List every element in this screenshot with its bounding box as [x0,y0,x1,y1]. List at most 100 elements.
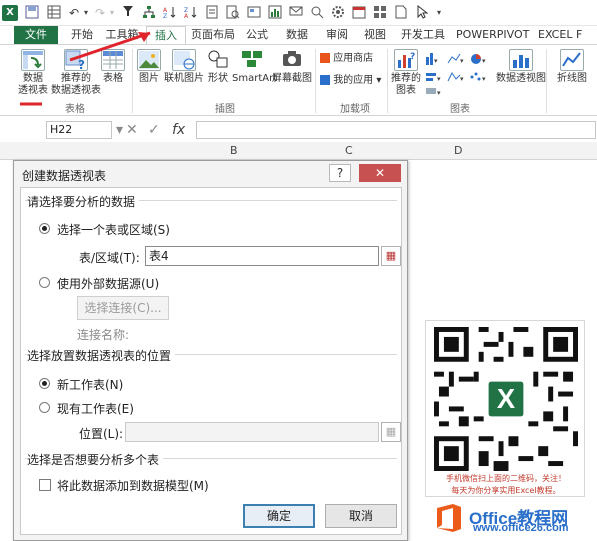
location-picker-icon[interactable]: ▦ [381,422,401,442]
radio-existing-worksheet[interactable] [39,402,50,413]
sort-descending-icon[interactable]: ZA [184,5,198,21]
formula-cancel-icon[interactable]: ✕ [126,121,138,139]
tab-page-layout[interactable]: 页面布局 [190,26,236,44]
radio-external-source[interactable] [39,277,50,288]
my-apps-dropdown-icon: ▾ [376,75,382,86]
chart-types-gallery[interactable]: ▾ ▾ ▾ ▾ ▾ ▾ ▾ [424,51,494,97]
recommended-pivot-button[interactable]: ? 推荐的 数据透视表 [48,49,104,97]
option-new-worksheet-label[interactable]: 新工作表(N) [57,376,123,393]
tab-review[interactable]: 审阅 [322,26,352,44]
quick-access-toolbar: X ↶ ▾ ↷ ▾ AZ ZA ▾ [0,0,597,26]
qr-caption-line2: 每天为你分享实用Excel教程。 [451,486,561,495]
tab-data[interactable]: 数据 [282,26,312,44]
add-to-data-model-label[interactable]: 将此数据添加到数据模型(M) [57,477,209,494]
cursor-icon[interactable] [415,4,429,21]
table-range-label: 表/区域(T): [79,251,140,265]
app-store-label: 应用商店 [333,53,374,64]
apps-icon [320,75,330,85]
fx-icon[interactable]: fx [172,121,185,139]
formula-input[interactable] [196,121,596,139]
cancel-button[interactable]: 取消 [325,504,397,528]
undo-icon[interactable]: ↶ [66,5,82,21]
name-box-dropdown-icon[interactable]: ▾ [116,121,123,139]
search-icon[interactable] [310,5,324,21]
radio-select-table[interactable] [39,223,50,234]
customize-toolbar-icon[interactable]: ▾ [434,5,444,21]
online-pictures-icon [172,49,196,71]
name-box[interactable]: H22 [46,121,112,139]
sort-ascending-icon[interactable]: AZ [163,5,177,21]
email-icon[interactable] [289,5,303,21]
radio-new-worksheet[interactable] [39,378,50,389]
document-icon[interactable] [394,5,408,21]
option-existing-worksheet-label[interactable]: 现有工作表(E) [57,400,134,417]
range-picker-icon[interactable]: ▦ [381,246,401,266]
tab-formulas[interactable]: 公式 [242,26,272,44]
close-button[interactable]: ✕ [359,164,401,182]
table-grid-icon[interactable] [46,5,62,21]
qr-code-icon: X [434,327,578,471]
page-layout-icon[interactable] [247,5,261,21]
svg-text:A: A [184,13,189,19]
tab-developer[interactable]: 开发工具 [400,26,446,44]
form-icon[interactable] [205,5,219,21]
column-header-b[interactable]: B [230,144,238,157]
excel-logo-icon: X [2,5,18,21]
shapes-label: 形状 [208,73,228,84]
print-preview-icon[interactable] [226,5,240,21]
my-apps-button[interactable]: 我的应用 ▾ [320,75,390,87]
line-chart-button[interactable]: 折线图 [550,49,594,85]
screenshot-button[interactable]: 屏幕截图 [272,49,312,85]
hierarchy-icon[interactable] [142,5,156,21]
option-external-source-label[interactable]: 使用外部数据源(U) [57,275,159,292]
recommended-pivot-icon: ? [64,49,88,72]
pivot-table-icon [21,49,45,71]
help-button[interactable]: ? [329,164,351,182]
formula-enter-icon[interactable]: ✓ [148,121,160,139]
grid-icon[interactable] [373,5,387,21]
app-store-button[interactable]: 应用商店 [320,53,380,65]
tab-toolbox[interactable]: 工具箱 [104,26,140,44]
recommended-charts-button[interactable]: ? 推荐的 图表 [390,49,422,97]
tab-excel-f[interactable]: EXCEL F [538,26,597,44]
recommended-pivot-label-line1: 推荐的 [61,73,91,84]
redo-icon[interactable]: ↷ [92,5,108,21]
shapes-button[interactable]: 形状 [204,49,232,85]
ribbon-separator [546,49,547,113]
location-input[interactable] [125,422,379,442]
pivot-chart-icon [509,49,533,71]
smartart-button[interactable]: SmartArt [232,49,277,85]
dialog-body: 请选择要分析的数据 选择一个表或区域(S) 表/区域(T): 表4 ▦ 使用外部… [20,187,402,535]
pivot-chart-button[interactable]: 数据透视图 [496,49,546,85]
tab-file[interactable]: 文件 [14,26,58,44]
column-headers: B C D [0,142,597,160]
tab-view[interactable]: 视图 [360,26,390,44]
watermark-url: www.office26.com [473,522,569,534]
column-header-c[interactable]: C [345,144,353,157]
column-header-d[interactable]: D [454,144,462,157]
table-label: 表格 [103,73,123,84]
undo-dropdown-icon[interactable]: ▾ [82,5,90,21]
tab-powerpivot[interactable]: POWERPIVOT [456,26,529,44]
group-label-illustrations: 插图 [215,104,235,115]
recommended-charts-label-line1: 推荐的 [391,73,421,84]
calendar-icon[interactable] [352,5,366,21]
create-pivot-table-dialog: 创建数据透视表 ? ✕ 请选择要分析的数据 选择一个表或区域(S) 表/区域(T… [13,160,408,541]
settings-icon[interactable] [331,5,345,21]
table-range-input[interactable]: 表4 [145,246,379,266]
option-select-table-label[interactable]: 选择一个表或区域(S) [57,221,170,238]
tab-insert[interactable]: 插入 [146,26,186,44]
add-to-data-model-checkbox[interactable] [39,479,51,491]
line-chart-icon [560,49,584,71]
filter-icon[interactable] [121,5,135,21]
redo-dropdown-icon[interactable]: ▾ [108,5,116,21]
ok-button[interactable]: 确定 [243,504,315,528]
table-button[interactable]: 表格 [100,49,126,85]
group-label-tables: 表格 [65,104,85,115]
insert-chart-icon[interactable] [268,5,282,21]
tab-home[interactable]: 开始 [66,26,98,44]
choose-connection-button[interactable]: 选择连接(C)... [77,296,169,320]
online-pictures-button[interactable]: 联机图片 [164,49,204,85]
pictures-button[interactable]: 图片 [136,49,162,85]
save-icon[interactable] [24,5,40,21]
